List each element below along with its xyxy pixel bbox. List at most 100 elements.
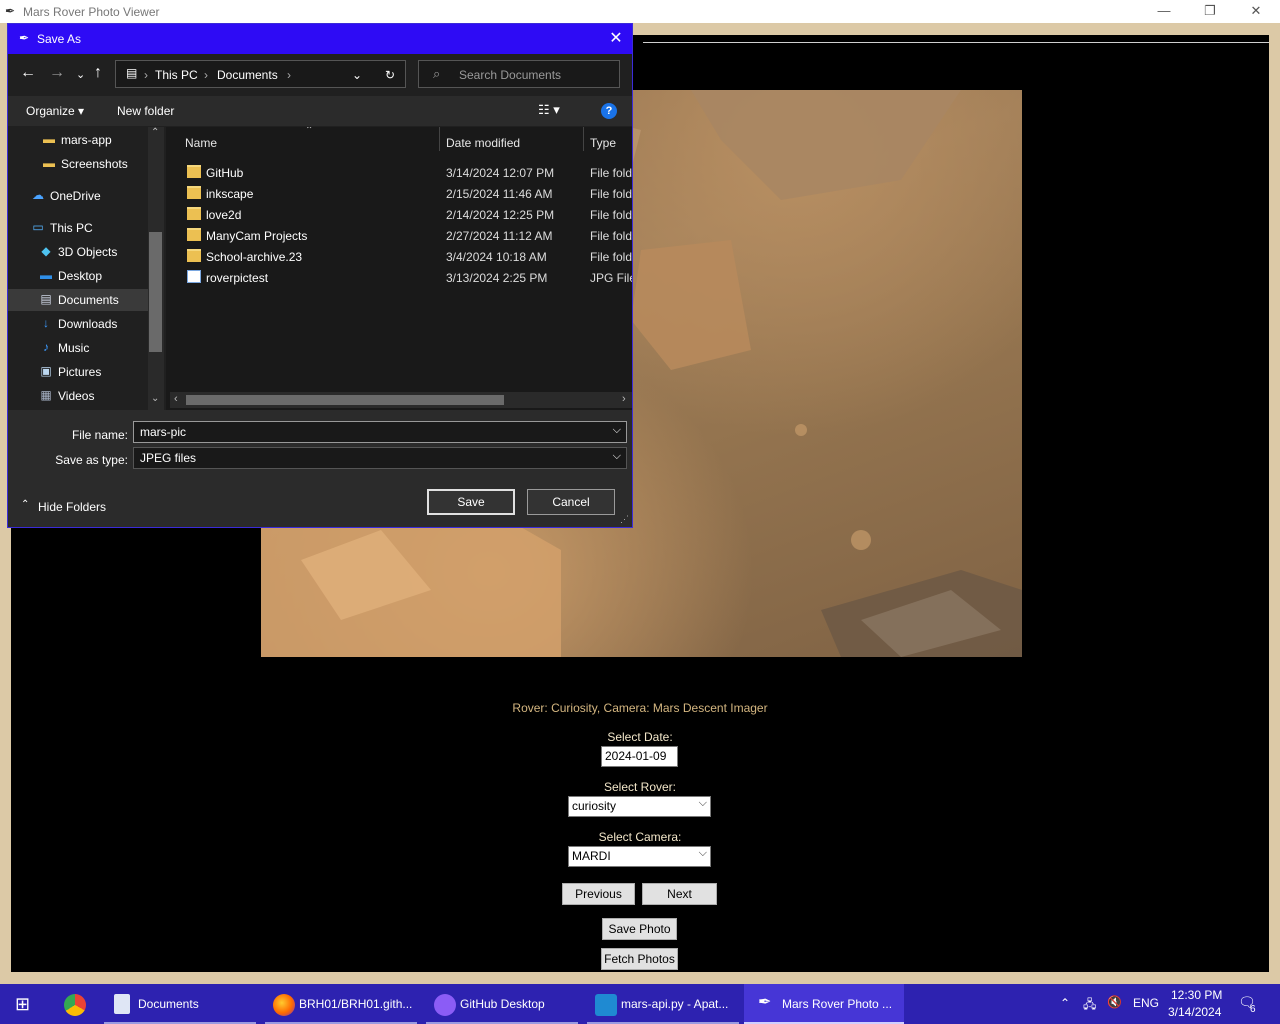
folder-icon xyxy=(187,207,201,220)
back-arrow-icon[interactable]: ← xyxy=(20,64,36,82)
address-bar[interactable]: ▤ › This PC › Documents › ⌄ ↻ xyxy=(115,60,406,88)
file-name-input[interactable]: mars-pic ⌵ xyxy=(133,421,627,443)
file-row[interactable]: ManyCam Projects 2/27/2024 11:12 AM File f… xyxy=(166,225,632,246)
scrollbar-thumb[interactable] xyxy=(186,395,504,405)
scroll-up-icon[interactable]: ⌃ xyxy=(151,127,159,138)
view-options-icon[interactable]: ☷ ▾ xyxy=(538,102,560,118)
clock-time[interactable]: 12:30 PM xyxy=(1171,988,1222,1002)
fetch-photos-button[interactable]: Fetch Photos xyxy=(601,948,678,970)
horizontal-scrollbar[interactable]: ‹ › xyxy=(170,392,632,408)
network-icon[interactable]: 🖧 xyxy=(1083,995,1096,1016)
windows-start-icon[interactable]: ⊞ xyxy=(15,994,30,1015)
taskbar-firefox[interactable]: BRH01/BRH01.gith... xyxy=(265,984,417,1024)
volume-muted-icon[interactable]: 🔇 xyxy=(1107,995,1122,1009)
nav-item-label: Desktop xyxy=(58,269,103,283)
file-row[interactable]: love2d 2/14/2024 12:25 PM File folder xyxy=(166,204,632,225)
hide-folders-button[interactable]: Hide Folders xyxy=(38,500,106,514)
file-row[interactable]: School-archive.23 3/4/2024 10:18 AM File f… xyxy=(166,246,632,267)
github-desktop-icon xyxy=(434,994,456,1016)
column-divider[interactable] xyxy=(439,127,440,151)
jpg-file-icon xyxy=(187,270,201,283)
scrollbar-thumb[interactable] xyxy=(149,232,162,352)
nav-item-videos[interactable]: ▦ Videos xyxy=(8,385,148,407)
save-type-select[interactable]: JPEG files ⌵ xyxy=(133,447,627,469)
breadcrumb-separator-icon: › xyxy=(144,68,148,82)
folder-icon xyxy=(187,249,201,262)
file-row[interactable]: GitHub 3/14/2024 12:07 PM File folder xyxy=(166,162,632,183)
nav-item-mars-app[interactable]: ▬ mars-app xyxy=(8,129,148,151)
help-icon[interactable]: ? xyxy=(601,103,617,119)
nav-item-onedrive[interactable]: ☁ OneDrive xyxy=(8,185,148,207)
show-hidden-icons-chevron-icon[interactable]: ⌃ xyxy=(1060,996,1070,1010)
next-button[interactable]: Next xyxy=(642,883,717,905)
previous-button[interactable]: Previous xyxy=(562,883,635,905)
taskbar-documents[interactable]: Documents xyxy=(104,984,256,1024)
nav-item-music[interactable]: ♪ Music xyxy=(8,337,148,359)
feather-icon: ✒ xyxy=(19,31,30,45)
clock-date[interactable]: 3/14/2024 xyxy=(1168,1005,1221,1019)
file-explorer-icon xyxy=(114,994,130,1014)
taskbar-chrome[interactable] xyxy=(56,984,96,1024)
file-date-modified: 2/27/2024 11:12 AM xyxy=(446,229,553,243)
chrome-icon xyxy=(64,994,86,1016)
forward-arrow-icon[interactable]: → xyxy=(49,64,65,82)
column-divider[interactable] xyxy=(583,127,584,151)
new-folder-button[interactable]: New folder xyxy=(117,104,174,118)
nav-item-3d-objects[interactable]: ◆ 3D Objects xyxy=(8,241,148,263)
address-dropdown-chevron-icon[interactable]: ⌄ xyxy=(352,68,362,82)
breadcrumb-this-pc[interactable]: This PC xyxy=(155,68,198,82)
nav-item-pictures[interactable]: ▣ Pictures xyxy=(8,361,148,383)
nav-item-documents[interactable]: ▤ Documents xyxy=(8,289,148,311)
file-row[interactable]: inkscape 2/15/2024 11:46 AM File folder xyxy=(166,183,632,204)
folder-icon: ▬ xyxy=(43,132,55,146)
save-button[interactable]: Save xyxy=(427,489,515,515)
search-input[interactable]: ⌕ Search Documents xyxy=(418,60,620,88)
save-photo-button[interactable]: Save Photo xyxy=(602,918,677,940)
folder-icon xyxy=(187,186,201,199)
dialog-close-button[interactable]: ✕ xyxy=(600,24,632,54)
taskbar-vscode[interactable]: mars-api.py - Apat... xyxy=(587,984,739,1024)
nav-item-downloads[interactable]: ↓ Downloads xyxy=(8,313,148,335)
cancel-button[interactable]: Cancel xyxy=(527,489,615,515)
dialog-toolbar: Organize ▾ New folder ☷ ▾ ? xyxy=(8,96,632,126)
scroll-down-icon[interactable]: ⌄ xyxy=(151,393,159,404)
folder-icon xyxy=(187,228,201,241)
file-row[interactable]: roverpictest 3/13/2024 2:25 PM JPG File xyxy=(166,267,632,288)
dialog-title: Save As xyxy=(37,32,82,46)
language-indicator[interactable]: ENG xyxy=(1133,996,1159,1010)
resize-grip-icon[interactable]: ⋰ xyxy=(620,514,629,525)
nav-item-desktop[interactable]: ▬ Desktop xyxy=(8,265,148,287)
chevron-down-icon[interactable]: ⌵ xyxy=(613,424,621,437)
documents-icon: ▤ xyxy=(40,292,52,306)
up-arrow-icon[interactable]: ↑ xyxy=(94,64,102,82)
recent-locations-chevron-icon[interactable]: ⌄ xyxy=(76,68,85,81)
dialog-title-bar[interactable]: ✒ Save As ✕ xyxy=(8,24,632,54)
column-header-date[interactable]: Date modified xyxy=(446,136,520,150)
save-as-dialog: ✒ Save As ✕ ← → ⌄ ↑ ▤ › This PC › Docume… xyxy=(7,23,633,528)
column-header-name[interactable]: Name xyxy=(185,136,217,150)
breadcrumb-documents[interactable]: Documents xyxy=(217,68,278,82)
nav-item-label: This PC xyxy=(50,221,93,235)
taskbar-label: Mars Rover Photo ... xyxy=(782,997,893,1011)
search-icon: ⌕ xyxy=(433,66,441,81)
nav-item-this-pc[interactable]: ▭ This PC xyxy=(8,217,148,239)
taskbar-mars-rover-app[interactable]: ✒ Mars Rover Photo ... xyxy=(744,984,904,1024)
organize-button[interactable]: Organize ▾ xyxy=(26,104,84,118)
document-icon: ▤ xyxy=(126,66,138,80)
feather-icon: ✒ xyxy=(5,4,16,18)
download-icon: ↓ xyxy=(43,316,49,330)
date-input[interactable]: 2024-01-09 xyxy=(601,746,678,767)
nav-item-screenshots[interactable]: ▬ Screenshots xyxy=(8,153,148,175)
taskbar-github-desktop[interactable]: GitHub Desktop xyxy=(426,984,578,1024)
navigation-scrollbar[interactable]: ⌃ ⌄ xyxy=(148,127,164,410)
app-title-bar[interactable]: ✒ Mars Rover Photo Viewer — ❐ ✕ xyxy=(0,0,1280,23)
camera-select[interactable]: MARDI ⌵ xyxy=(568,846,711,867)
column-header-type[interactable]: Type xyxy=(590,136,616,150)
scroll-left-icon[interactable]: ‹ xyxy=(174,393,178,405)
rover-select[interactable]: curiosity ⌵ xyxy=(568,796,711,817)
scroll-right-icon[interactable]: › xyxy=(622,393,626,405)
close-button[interactable]: ✕ xyxy=(1233,0,1279,23)
minimize-button[interactable]: — xyxy=(1141,0,1187,23)
restore-button[interactable]: ❐ xyxy=(1187,0,1233,23)
refresh-icon[interactable]: ↻ xyxy=(385,68,395,82)
